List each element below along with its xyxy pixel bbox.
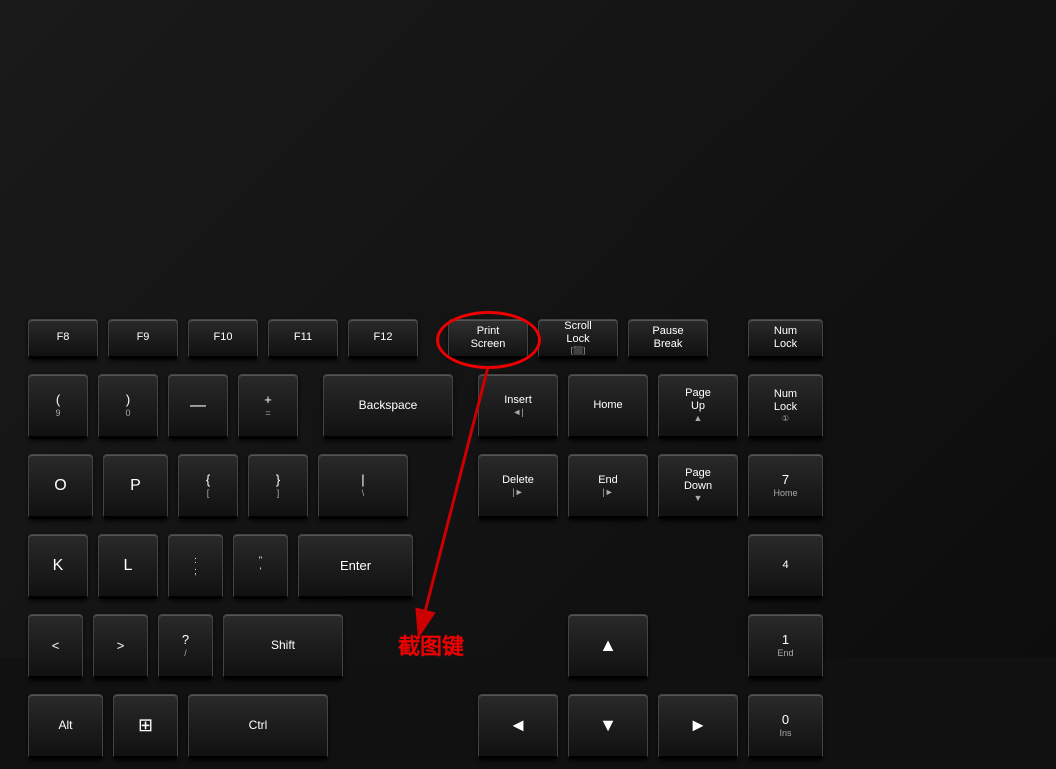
key-shift[interactable]: Shift	[223, 614, 343, 679]
scrolllock-line1: Scroll	[564, 320, 592, 333]
key-k[interactable]: K	[28, 534, 88, 599]
scrolllock-line2: Lock	[566, 333, 589, 346]
key-scroll-lock[interactable]: Scroll Lock [⬛]	[538, 319, 618, 359]
key-l[interactable]: L	[98, 534, 158, 599]
key-p[interactable]: P	[103, 454, 168, 519]
key-end[interactable]: End |►	[568, 454, 648, 519]
key-delete[interactable]: Delete |►	[478, 454, 558, 519]
keyboard: 截图键 F8 F9 F10 F11 F12 Print Screen Scrol…	[28, 309, 1028, 349]
key-9-oparen[interactable]: ( 9	[28, 374, 88, 439]
key-o[interactable]: O	[28, 454, 93, 519]
key-enter[interactable]: Enter	[298, 534, 413, 599]
key-0-cparen[interactable]: ) 0	[98, 374, 158, 439]
numlock-text2: Lock	[774, 338, 797, 351]
key-down-arrow[interactable]: ▼	[568, 694, 648, 759]
key-question-slash[interactable]: ? /	[158, 614, 213, 679]
key-f12[interactable]: F12	[348, 319, 418, 359]
keyboard-container: 截图键 F8 F9 F10 F11 F12 Print Screen Scrol…	[0, 0, 1056, 658]
key-f11[interactable]: F11	[268, 319, 338, 359]
key-plus-equals[interactable]: + =	[238, 374, 298, 439]
prtsc-line1: Print	[477, 325, 500, 338]
key-right-bracket[interactable]: } ]	[248, 454, 308, 519]
key-left-bracket[interactable]: { [	[178, 454, 238, 519]
key-colon-semicolon[interactable]: : ;	[168, 534, 223, 599]
key-backspace[interactable]: Backspace	[323, 374, 453, 439]
key-page-up[interactable]: Page Up ▲	[658, 374, 738, 439]
key-numpad-4[interactable]: 4	[748, 534, 823, 599]
key-left-arrow[interactable]: ◄	[478, 694, 558, 759]
key-ctrl[interactable]: Ctrl	[188, 694, 328, 759]
key-up-arrow[interactable]: ▲	[568, 614, 648, 679]
key-greater-than[interactable]: >	[93, 614, 148, 679]
key-f10[interactable]: F10	[188, 319, 258, 359]
key-insert[interactable]: Insert ◄|	[478, 374, 558, 439]
pause-line2: Break	[654, 338, 683, 351]
key-f8[interactable]: F8	[28, 319, 98, 359]
key-quote[interactable]: " '	[233, 534, 288, 599]
key-numpad-7[interactable]: 7 Home	[748, 454, 823, 519]
prtsc-line2: Screen	[471, 338, 506, 351]
key-minus[interactable]: —	[168, 374, 228, 439]
key-numpad-numlock[interactable]: Num Lock ①	[748, 374, 823, 439]
key-alt[interactable]: Alt	[28, 694, 103, 759]
key-backslash-pipe[interactable]: | \	[318, 454, 408, 519]
pause-line1: Pause	[652, 325, 683, 338]
key-windows[interactable]: ⊞	[113, 694, 178, 759]
key-numpad-1[interactable]: 1 End	[748, 614, 823, 679]
numlock-text: Num	[774, 325, 797, 338]
key-right-arrow[interactable]: ►	[658, 694, 738, 759]
key-less-than[interactable]: <	[28, 614, 83, 679]
key-f9[interactable]: F9	[108, 319, 178, 359]
key-num-lock[interactable]: Num Lock	[748, 319, 823, 359]
key-home[interactable]: Home	[568, 374, 648, 439]
key-pause-break[interactable]: Pause Break	[628, 319, 708, 359]
key-print-screen[interactable]: Print Screen	[448, 319, 528, 359]
key-page-down[interactable]: Page Down ▼	[658, 454, 738, 519]
jietu-label: 截图键	[398, 629, 464, 661]
key-numpad-0[interactable]: 0 Ins	[748, 694, 823, 759]
